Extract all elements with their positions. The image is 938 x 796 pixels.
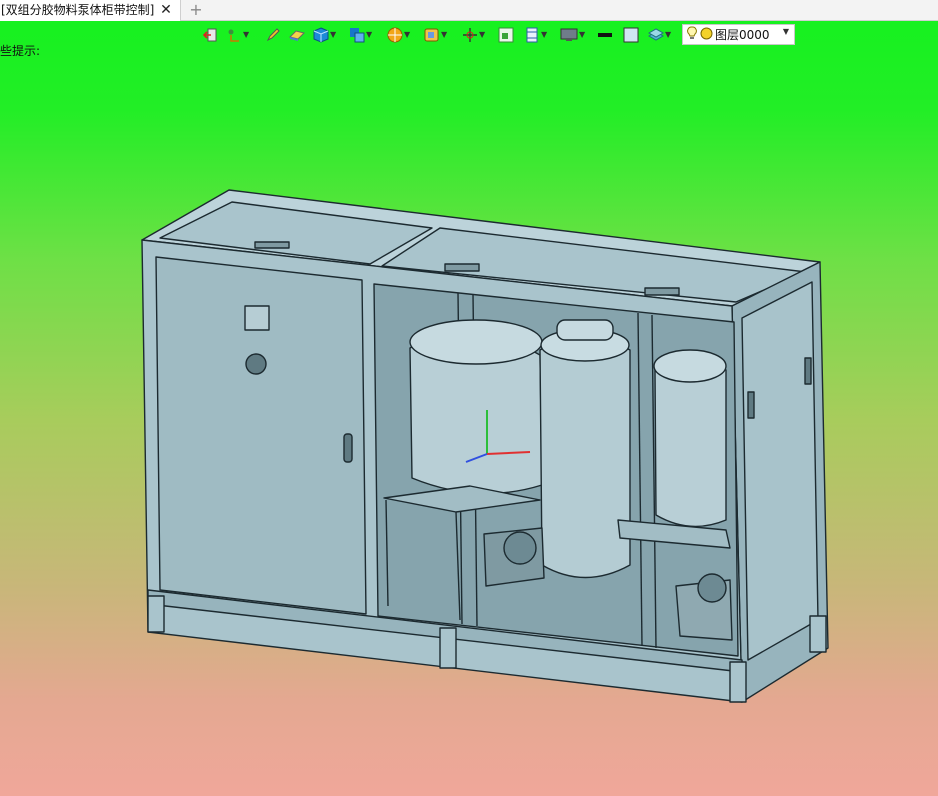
model-viewport[interactable] [0, 0, 938, 796]
pump-cabinet-model [141, 189, 829, 703]
